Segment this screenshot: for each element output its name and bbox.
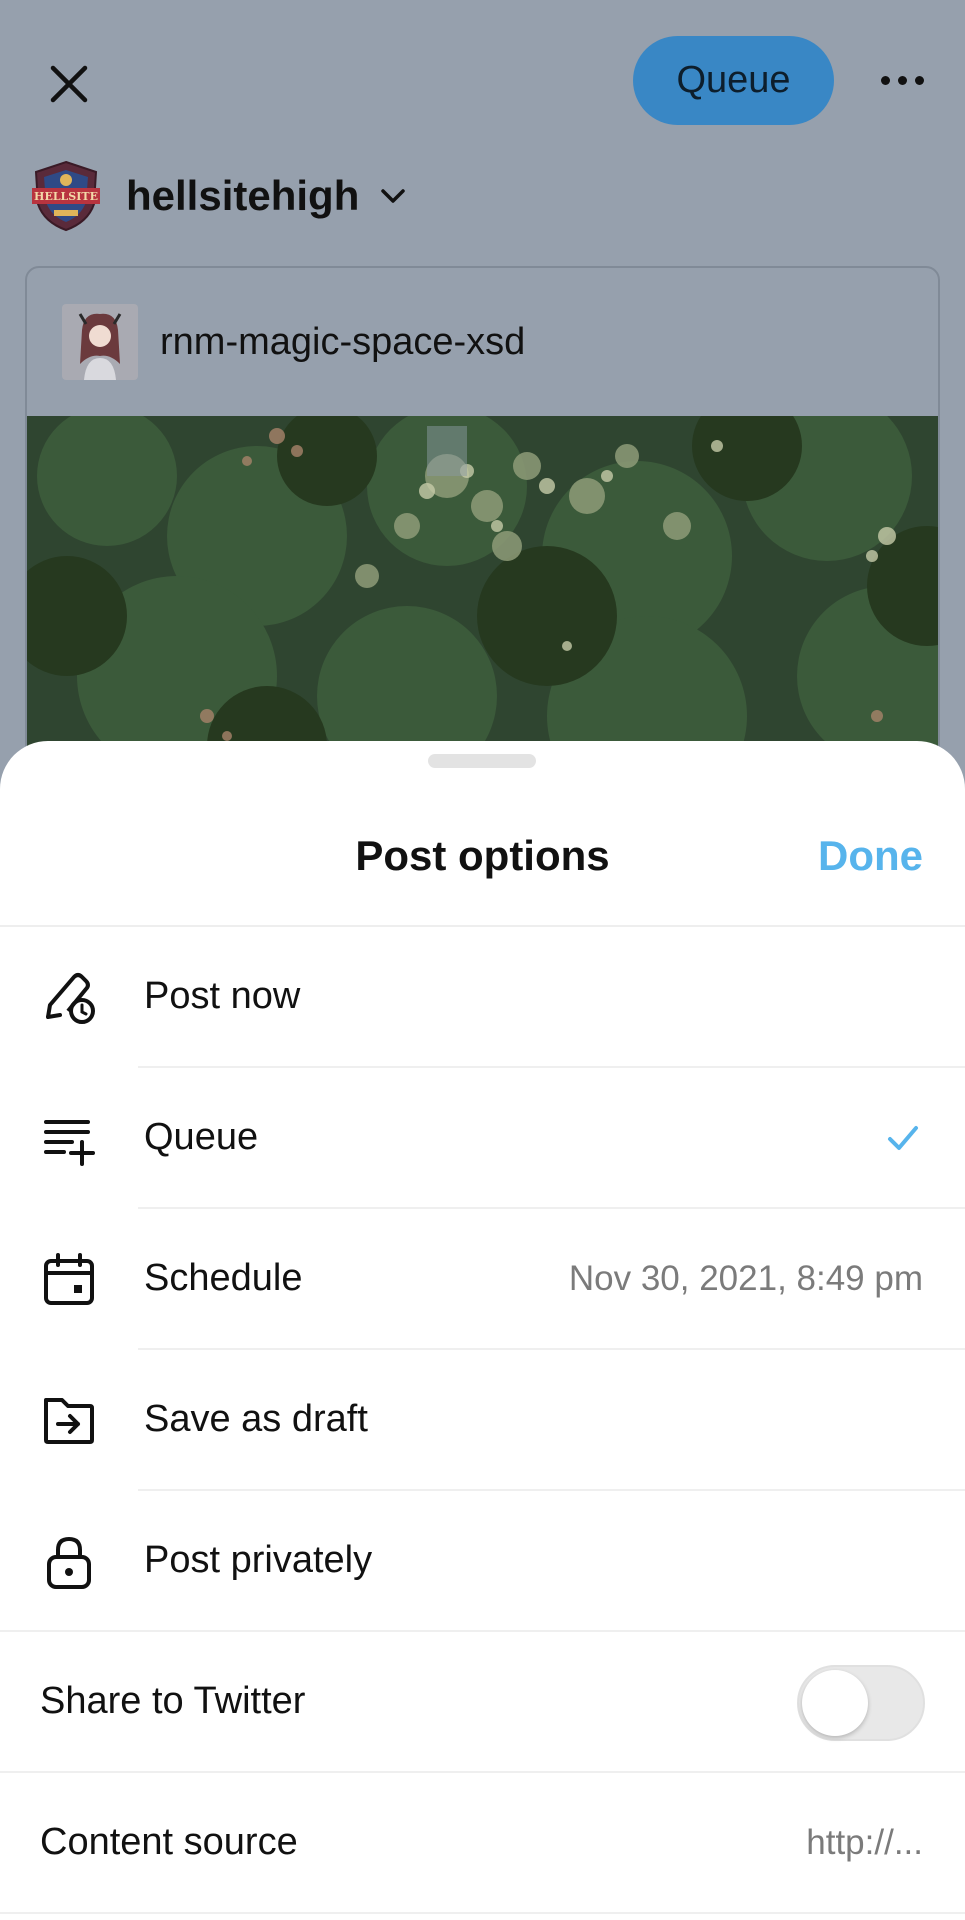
reblog-header: rnm-magic-space-xsd <box>27 268 938 416</box>
queue-button[interactable]: Queue <box>633 36 834 125</box>
close-icon <box>50 65 88 103</box>
content-source-label: Content source <box>40 1821 298 1863</box>
option-queue[interactable]: Queue <box>0 1068 965 1209</box>
option-label: Post now <box>144 975 301 1017</box>
reblog-username: rnm-magic-space-xsd <box>160 320 526 363</box>
share-twitter-toggle[interactable] <box>797 1665 925 1741</box>
share-twitter-label: Share to Twitter <box>40 1680 306 1722</box>
chevron-down-icon <box>381 189 406 203</box>
done-button[interactable]: Done <box>818 832 923 880</box>
blog-selector[interactable]: HELLSITE hellsitehigh <box>28 160 411 232</box>
blog-avatar-logo: HELLSITE <box>32 160 100 232</box>
lock-icon <box>47 1536 91 1589</box>
pencil-clock-icon <box>46 973 95 1024</box>
option-schedule[interactable]: Schedule Nov 30, 2021, 8:49 pm <box>0 1209 965 1350</box>
option-label: Queue <box>144 1116 259 1158</box>
queue-add-icon <box>44 1120 95 1166</box>
more-horizontal-icon <box>880 75 890 85</box>
option-content-source[interactable]: Content source http://... <box>0 1773 965 1914</box>
schedule-date: Nov 30, 2021, 8:49 pm <box>568 1259 923 1298</box>
svg-text:HELLSITE: HELLSITE <box>34 190 98 203</box>
folder-arrow-icon <box>44 1398 94 1444</box>
option-label: Save as draft <box>144 1398 368 1440</box>
divider <box>0 1912 965 1914</box>
option-save-draft[interactable]: Save as draft <box>0 1350 965 1491</box>
checkmark-icon <box>888 1126 918 1150</box>
option-post-privately[interactable]: Post privately <box>0 1491 965 1632</box>
content-source-value: http://... <box>806 1823 923 1862</box>
option-label: Post privately <box>144 1539 373 1581</box>
reblog-avatar[interactable] <box>62 304 138 380</box>
calendar-icon <box>44 1253 94 1305</box>
blog-name: hellsitehigh <box>126 172 360 219</box>
more-options-button[interactable] <box>872 60 932 100</box>
sheet-drag-handle[interactable] <box>428 754 536 768</box>
option-share-twitter: Share to Twitter <box>0 1632 965 1773</box>
option-label: Schedule <box>144 1257 303 1299</box>
close-button[interactable] <box>40 55 98 113</box>
option-post-now[interactable]: Post now <box>0 927 965 1068</box>
post-options-sheet: Post options Done Post now Queue Schedul… <box>0 741 965 1920</box>
toggle-knob <box>802 1670 868 1736</box>
